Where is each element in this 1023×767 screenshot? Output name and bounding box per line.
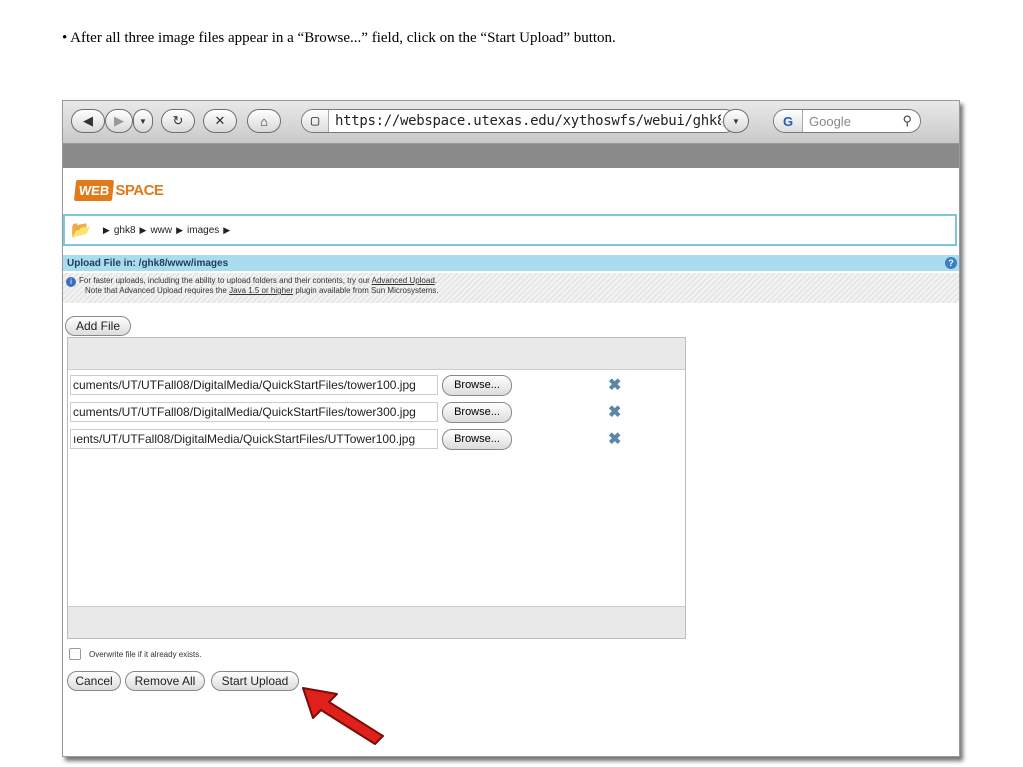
remove-file-icon[interactable]: ✖ <box>608 429 621 449</box>
reload-button[interactable]: ↻ <box>161 109 195 133</box>
chevron-down-icon: ▼ <box>139 116 147 126</box>
browse-button[interactable]: Browse... <box>442 374 512 396</box>
breadcrumb: 📂 ▶ ghk8 ▶ www ▶ images ▶ <box>63 214 957 246</box>
add-file-button[interactable]: Add File <box>65 316 131 336</box>
folder-icon[interactable]: 📂 <box>71 220 91 240</box>
browse-button[interactable]: Browse... <box>442 428 512 450</box>
info-line-2: Note that Advanced Upload requires the J… <box>85 286 439 295</box>
overwrite-label: Overwrite file if it already exists. <box>89 649 202 659</box>
back-button[interactable]: ◀ <box>71 109 105 133</box>
cancel-button[interactable]: Cancel <box>67 671 121 691</box>
logo-text: SPACE <box>115 181 164 199</box>
remove-file-icon[interactable]: ✖ <box>608 375 621 395</box>
advanced-upload-link[interactable]: Advanced Upload <box>372 276 435 285</box>
breadcrumb-item-ghk8[interactable]: ghk8 <box>114 225 136 236</box>
file-path-field[interactable]: cuments/UT/UTFall08/DigitalMedia/QuickSt… <box>70 402 438 422</box>
file-row: cuments/UT/UTFall08/DigitalMedia/QuickSt… <box>70 401 512 423</box>
file-list-header <box>68 338 685 370</box>
browse-button[interactable]: Browse... <box>442 401 512 423</box>
info-notice: i For faster uploads, including the abil… <box>63 273 959 303</box>
info-line-1: For faster uploads, including the abilit… <box>79 276 438 285</box>
file-path-field[interactable]: cuments/UT/UTFall08/DigitalMedia/QuickSt… <box>70 375 438 395</box>
arrow-shape <box>302 687 384 745</box>
webspace-logo: WEB SPACE <box>73 176 164 204</box>
help-icon[interactable]: ? <box>945 257 957 269</box>
file-path-field[interactable]: ıents/UT/UTFall08/DigitalMedia/QuickStar… <box>70 429 438 449</box>
chevron-down-icon: ▼ <box>732 116 740 126</box>
file-list-panel: cuments/UT/UTFall08/DigitalMedia/QuickSt… <box>67 337 686 639</box>
forward-button[interactable]: ▶ <box>105 109 133 133</box>
java-link[interactable]: Java 1.5 or higher <box>229 286 293 295</box>
stop-icon: ✕ <box>214 113 226 128</box>
url-dropdown-button[interactable]: ▼ <box>723 109 749 133</box>
google-engine-icon[interactable]: G <box>774 110 803 132</box>
home-button[interactable]: ⌂ <box>247 109 281 133</box>
address-url: https://webspace.utexas.edu/xythoswfs/we… <box>335 113 721 129</box>
overwrite-option: Overwrite file if it already exists. <box>69 648 201 660</box>
instruction-text: • After all three image files appear in … <box>62 30 616 46</box>
home-icon: ⌂ <box>260 113 268 129</box>
upload-location-bar: Upload File in: /ghk8/www/images ? <box>63 255 959 271</box>
search-placeholder: Google <box>809 113 851 129</box>
stop-button[interactable]: ✕ <box>203 109 237 133</box>
triangle-right-icon: ▶ <box>176 224 184 235</box>
page-header-band <box>63 144 959 168</box>
overwrite-checkbox[interactable] <box>69 648 81 660</box>
file-row: cuments/UT/UTFall08/DigitalMedia/QuickSt… <box>70 374 512 396</box>
triangle-right-icon: ▶ <box>139 224 147 235</box>
browser-screenshot: ◀ ▶ ▼ ↻ ✕ ⌂ ▢ https://webspace.utexas.ed… <box>62 100 960 757</box>
back-arrow-icon: ◀ <box>83 113 93 128</box>
file-row: ıents/UT/UTFall08/DigitalMedia/QuickStar… <box>70 428 512 450</box>
search-box[interactable]: G Google ⚲ <box>773 109 921 133</box>
triangle-right-icon: ▶ <box>102 224 110 235</box>
address-bar[interactable]: ▢ https://webspace.utexas.edu/xythoswfs/… <box>301 109 737 133</box>
breadcrumb-item-www[interactable]: www <box>150 225 172 236</box>
upload-location-text: Upload File in: /ghk8/www/images <box>67 257 229 269</box>
history-dropdown-button[interactable]: ▼ <box>133 109 153 133</box>
red-arrow-icon <box>302 687 384 745</box>
search-icon[interactable]: ⚲ <box>902 113 912 129</box>
file-list-footer <box>68 606 685 638</box>
remove-all-button[interactable]: Remove All <box>125 671 205 691</box>
remove-file-icon[interactable]: ✖ <box>608 402 621 422</box>
info-icon: i <box>66 277 76 287</box>
site-identity-icon: ▢ <box>302 110 329 132</box>
reload-icon: ↻ <box>172 113 184 128</box>
triangle-right-icon: ▶ <box>223 224 231 235</box>
start-upload-button[interactable]: Start Upload <box>211 671 299 691</box>
breadcrumb-item-images[interactable]: images <box>187 225 219 236</box>
browser-toolbar: ◀ ▶ ▼ ↻ ✕ ⌂ ▢ https://webspace.utexas.ed… <box>63 101 959 144</box>
forward-arrow-icon: ▶ <box>114 113 124 128</box>
logo-mark: WEB <box>73 179 115 201</box>
